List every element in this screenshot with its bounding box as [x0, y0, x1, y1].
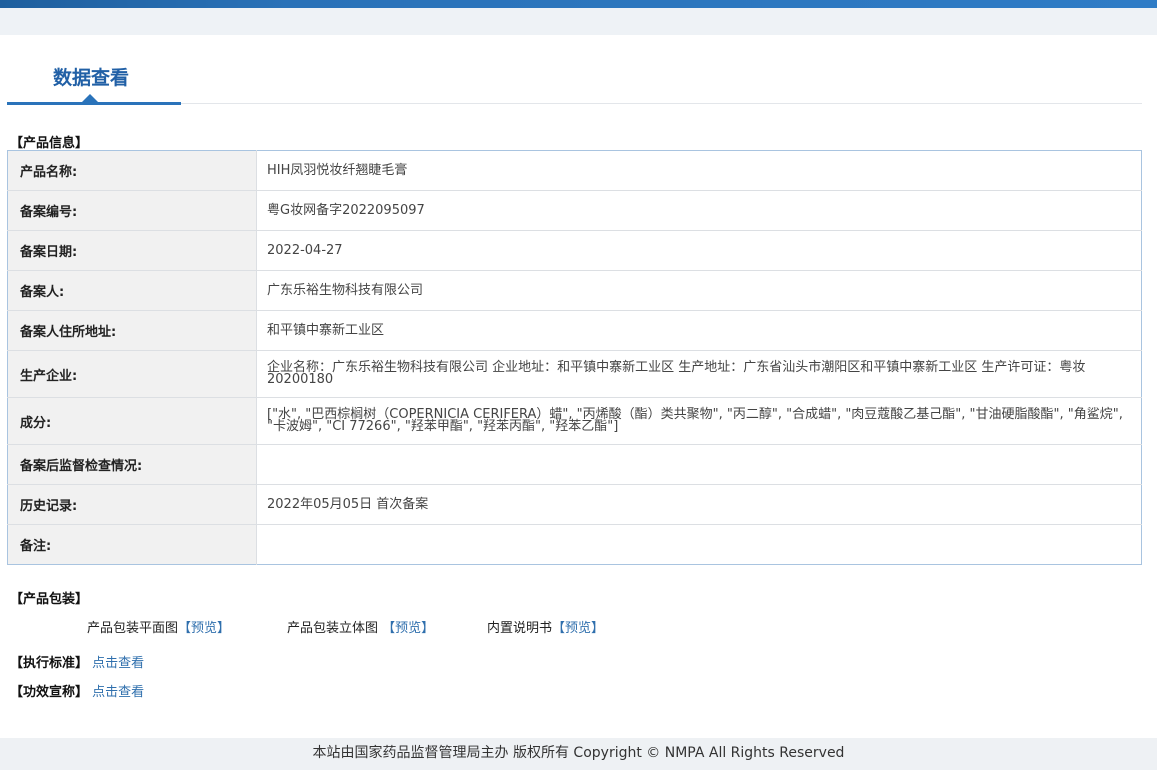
row-label-history: 历史记录: — [7, 484, 257, 525]
row-value-filer: 广东乐裕生物科技有限公司 — [256, 270, 1142, 311]
table-row: 备案日期: 2022-04-27 — [7, 230, 1142, 271]
table-row: 备注: — [7, 524, 1142, 565]
tab-bar: 数据查看 — [7, 36, 1142, 106]
packaging-manual-preview-link[interactable]: 【预览】 — [552, 621, 604, 636]
product-info-table: 产品名称: HIH凤羽悦妆纤翘睫毛膏 备案编号: 粤G妆网备字202209509… — [7, 150, 1142, 565]
packaging-flat-preview-link[interactable]: 【预览】 — [178, 621, 230, 636]
top-header-bar — [0, 0, 1157, 8]
product-info-heading: 【产品信息】 — [10, 136, 89, 151]
row-value-history: 2022年05月05日 首次备案 — [256, 484, 1142, 525]
row-label-filing-number: 备案编号: — [7, 190, 257, 231]
tab-active-indicator-icon — [82, 94, 98, 102]
tab-data-view[interactable]: 数据查看 — [53, 63, 129, 90]
packaging-3d-label: 产品包装立体图 — [287, 621, 383, 636]
row-value-product-name: HIH凤羽悦妆纤翘睫毛膏 — [256, 150, 1142, 191]
packaging-flat-label: 产品包装平面图 — [87, 621, 179, 636]
table-row: 生产企业: 企业名称：广东乐裕生物科技有限公司 企业地址：和平镇中寨新工业区 生… — [7, 350, 1142, 398]
packaging-manual-label: 内置说明书 — [487, 621, 553, 636]
row-label-supervision: 备案后监督检查情况: — [7, 444, 257, 485]
row-value-ingredients: ["水", "巴西棕榈树（COPERNICIA CERIFERA）蜡", "丙烯… — [256, 397, 1142, 445]
packaging-heading: 【产品包装】 — [10, 592, 89, 607]
row-label-filer: 备案人: — [7, 270, 257, 311]
row-value-manufacturer: 企业名称：广东乐裕生物科技有限公司 企业地址：和平镇中寨新工业区 生产地址：广东… — [256, 350, 1142, 398]
table-row: 备案人住所地址: 和平镇中寨新工业区 — [7, 310, 1142, 351]
row-label-filer-address: 备案人住所地址: — [7, 310, 257, 351]
packaging-3d-preview-link[interactable]: 【预览】 — [382, 621, 434, 636]
standard-row: 【执行标准】 点击查看 — [10, 652, 144, 671]
table-row: 备案编号: 粤G妆网备字2022095097 — [7, 190, 1142, 231]
row-label-filing-date: 备案日期: — [7, 230, 257, 271]
efficacy-row: 【功效宣称】 点击查看 — [10, 681, 144, 700]
efficacy-label: 【功效宣称】 — [10, 685, 89, 700]
row-value-filing-date: 2022-04-27 — [256, 230, 1142, 271]
row-label-ingredients: 成分: — [7, 397, 257, 445]
table-row: 成分: ["水", "巴西棕榈树（COPERNICIA CERIFERA）蜡",… — [7, 397, 1142, 445]
row-value-supervision — [256, 444, 1142, 485]
table-row: 备案人: 广东乐裕生物科技有限公司 — [7, 270, 1142, 311]
row-value-filing-number: 粤G妆网备字2022095097 — [256, 190, 1142, 231]
packaging-item-flat: 产品包装平面图【预览】 — [87, 617, 230, 636]
tab-divider — [181, 103, 1142, 104]
efficacy-view-link[interactable]: 点击查看 — [92, 685, 144, 700]
table-row: 产品名称: HIH凤羽悦妆纤翘睫毛膏 — [7, 150, 1142, 191]
footer-copyright: 本站由国家药品监督管理局主办 版权所有 Copyright © NMPA All… — [312, 745, 845, 761]
row-label-manufacturer: 生产企业: — [7, 350, 257, 398]
row-value-remarks — [257, 525, 1142, 565]
top-strip — [0, 8, 1157, 35]
standard-view-link[interactable]: 点击查看 — [92, 656, 144, 671]
row-label-remarks: 备注: — [7, 524, 257, 565]
packaging-item-manual: 内置说明书【预览】 — [487, 617, 604, 636]
footer: 本站由国家药品监督管理局主办 版权所有 Copyright © NMPA All… — [0, 738, 1157, 770]
packaging-item-3d: 产品包装立体图 【预览】 — [287, 617, 434, 636]
standard-label: 【执行标准】 — [10, 656, 89, 671]
tab-active-underline — [7, 102, 181, 105]
table-row: 备案后监督检查情况: — [7, 444, 1142, 485]
row-label-product-name: 产品名称: — [7, 150, 257, 191]
table-row: 历史记录: 2022年05月05日 首次备案 — [7, 484, 1142, 525]
row-value-filer-address: 和平镇中寨新工业区 — [256, 310, 1142, 351]
